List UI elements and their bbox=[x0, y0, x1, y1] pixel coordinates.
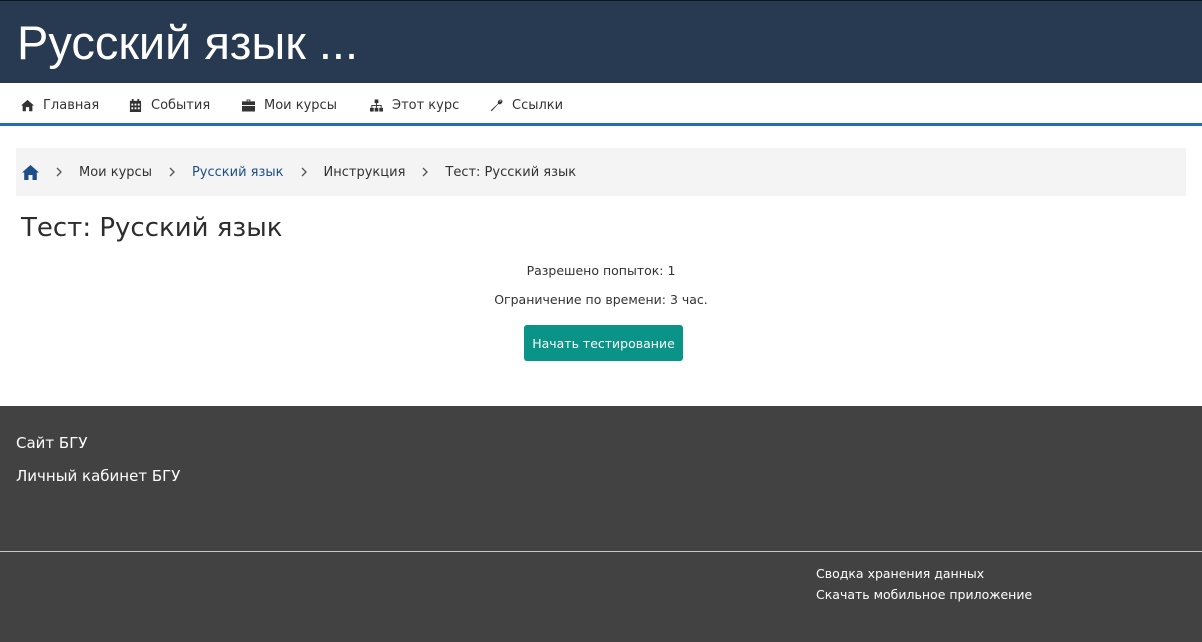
breadcrumb-my-courses[interactable]: Мои курсы bbox=[79, 165, 152, 180]
footer-data-retention-link[interactable]: Сводка хранения данных bbox=[816, 566, 984, 581]
wrench-icon bbox=[490, 99, 503, 111]
page-footer: Сайт БГУ Личный кабинет БГУ Сводка хране… bbox=[0, 406, 1202, 642]
nav-item-links[interactable]: Ссылки bbox=[490, 95, 563, 115]
main-navbar: Главная События Мои курсы Этот курс Ссыл… bbox=[0, 83, 1202, 126]
calendar-icon bbox=[129, 98, 142, 112]
footer-divider bbox=[0, 551, 1202, 552]
breadcrumb-current: Тест: Русский язык bbox=[445, 164, 577, 180]
nav-item-this-course[interactable]: Этот курс bbox=[370, 95, 459, 115]
breadcrumb-home[interactable] bbox=[22, 164, 39, 180]
start-attempt-button[interactable]: Начать тестирование bbox=[524, 325, 683, 361]
home-icon bbox=[22, 164, 39, 180]
sitemap-icon bbox=[370, 98, 383, 112]
nav-item-events[interactable]: События bbox=[129, 95, 210, 115]
nav-item-label: Этот курс bbox=[392, 97, 460, 113]
breadcrumb-course-link[interactable]: Русский язык bbox=[192, 165, 284, 180]
site-header: Русский язык ... bbox=[0, 0, 1202, 83]
footer-link-university-site[interactable]: Сайт БГУ bbox=[16, 434, 88, 452]
chevron-right-icon bbox=[50, 166, 68, 178]
chevron-right-icon bbox=[416, 166, 434, 178]
page-title: Тест: Русский язык bbox=[21, 213, 283, 243]
briefcase-icon bbox=[242, 98, 255, 112]
nav-item-label: События bbox=[151, 97, 211, 113]
chevron-right-icon bbox=[163, 166, 181, 178]
nav-item-home[interactable]: Главная bbox=[21, 95, 99, 115]
chevron-right-icon bbox=[295, 166, 313, 178]
nav-item-label: Мои курсы bbox=[264, 97, 337, 113]
home-icon bbox=[21, 99, 34, 111]
breadcrumb-instruction[interactable]: Инструкция bbox=[324, 165, 406, 180]
nav-item-label: Главная bbox=[43, 97, 100, 113]
nav-item-label: Ссылки bbox=[512, 97, 564, 113]
footer-mobile-app-link[interactable]: Скачать мобильное приложение bbox=[816, 587, 1032, 602]
breadcrumb: Мои курсы Русский язык Инструкция Тест: … bbox=[16, 148, 1186, 196]
site-title[interactable]: Русский язык ... bbox=[17, 15, 358, 71]
time-limit: Ограничение по времени: 3 час. bbox=[494, 292, 708, 307]
attempts-allowed: Разрешено попыток: 1 bbox=[526, 263, 676, 278]
nav-item-my-courses[interactable]: Мои курсы bbox=[242, 95, 337, 115]
footer-link-personal-account[interactable]: Личный кабинет БГУ bbox=[16, 467, 180, 485]
